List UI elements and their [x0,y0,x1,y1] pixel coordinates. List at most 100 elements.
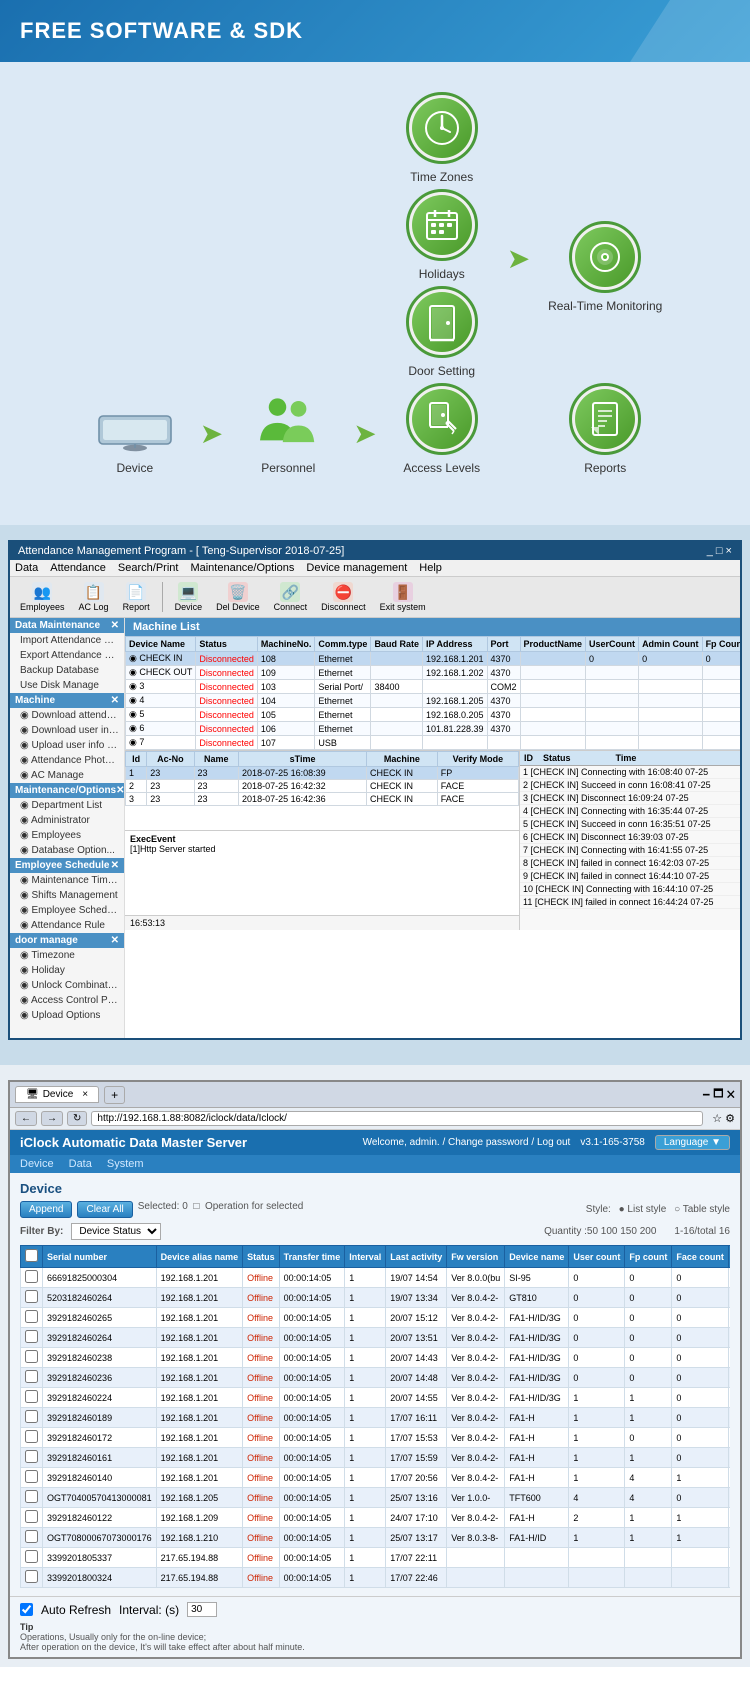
dev-check[interactable] [21,1548,43,1568]
nav-device[interactable]: Device [20,1158,54,1170]
toolbar-connect[interactable]: 🔗 Connect [269,580,313,614]
language-btn[interactable]: Language ▼ [655,1135,730,1150]
browser-forward-btn[interactable]: → [41,1111,63,1126]
dev-check[interactable] [21,1288,43,1308]
machine-row[interactable]: ◉ 7 Disconnected 107 USB 3204 [126,736,741,750]
device-row[interactable]: 3929182460161 192.168.1.201 Offline 00:0… [21,1448,731,1468]
browser-star-icon[interactable]: ☆ [712,1112,722,1125]
menu-device[interactable]: Device management [306,562,407,574]
sidebar-section-machine[interactable]: Machine✕ [10,693,124,708]
sidebar-section-maintenance[interactable]: Maintenance/Options✕ [10,783,124,798]
dev-check[interactable] [21,1508,43,1528]
sidebar-download-logs[interactable]: ◉ Download attendance logs [10,708,124,723]
device-row[interactable]: 5203182460264 192.168.1.201 Offline 00:0… [21,1288,731,1308]
browser-settings-icon[interactable]: ⚙ [725,1112,735,1125]
browser-new-tab-btn[interactable]: + [104,1086,125,1104]
menu-attendance[interactable]: Attendance [50,562,106,574]
dev-check[interactable] [21,1308,43,1328]
dev-check[interactable] [21,1528,43,1548]
sidebar-holiday[interactable]: ◉ Holiday [10,963,124,978]
sidebar-disk-manage[interactable]: Use Disk Manage [10,678,124,693]
device-row[interactable]: 3929182460172 192.168.1.201 Offline 00:0… [21,1428,731,1448]
device-row[interactable]: OGT70400570413000081 192.168.1.205 Offli… [21,1488,731,1508]
browser-refresh-btn[interactable]: ↻ [67,1111,87,1126]
browser-minimize[interactable]: 🗕 [702,1085,710,1104]
dev-check[interactable] [21,1268,43,1288]
sidebar-import-attendance[interactable]: Import Attendance Checking Data [10,633,124,648]
sidebar-upload-options[interactable]: ◉ Upload Options [10,1008,124,1023]
toolbar-device[interactable]: 💻 Device [170,580,208,614]
sidebar-ac-manage[interactable]: ◉ AC Manage [10,768,124,783]
machine-row[interactable]: ◉ 5 Disconnected 105 Ethernet 192.168.0.… [126,708,741,722]
sidebar-dept-list[interactable]: ◉ Department List [10,798,124,813]
dev-check[interactable] [21,1348,43,1368]
interval-input[interactable] [187,1602,217,1617]
sidebar-section-door-manage[interactable]: door manage✕ [10,933,124,948]
menu-data[interactable]: Data [15,562,38,574]
dev-check[interactable] [21,1328,43,1348]
device-row[interactable]: 3929182460265 192.168.1.201 Offline 00:0… [21,1308,731,1328]
device-row[interactable]: 66691825000304 192.168.1.201 Offline 00:… [21,1268,731,1288]
toolbar-report[interactable]: 📄 Report [118,580,155,614]
machine-row[interactable]: ◉ CHECK OUT Disconnected 109 Ethernet 19… [126,666,741,680]
dev-check[interactable] [21,1428,43,1448]
dev-check[interactable] [21,1448,43,1468]
sidebar-timezone[interactable]: ◉ Timezone [10,948,124,963]
sidebar-access-privilege[interactable]: ◉ Access Control Privilege [10,993,124,1008]
dev-check[interactable] [21,1368,43,1388]
sidebar-shifts-mgmt[interactable]: ◉ Shifts Management [10,888,124,903]
browser-url-bar[interactable] [91,1111,703,1126]
browser-tab-device[interactable]: 🖥 Device × [15,1086,99,1103]
browser-close[interactable]: 🗙 [727,1085,735,1104]
tab-close-btn[interactable]: × [82,1089,88,1100]
device-row[interactable]: 3929182460236 192.168.1.201 Offline 00:0… [21,1368,731,1388]
sidebar-db-option[interactable]: ◉ Database Option... [10,843,124,858]
sidebar-employees[interactable]: ◉ Employees [10,828,124,843]
log-row[interactable]: 2 23 23 2018-07-25 16:42:32 CHECK IN FAC… [126,780,519,793]
auto-refresh-checkbox[interactable] [20,1603,33,1616]
dev-check[interactable] [21,1568,43,1588]
machine-row[interactable]: ◉ CHECK IN Disconnected 108 Ethernet 192… [126,652,741,666]
menu-help[interactable]: Help [419,562,442,574]
dev-check[interactable] [21,1408,43,1428]
device-row[interactable]: 3929182460189 192.168.1.201 Offline 00:0… [21,1408,731,1428]
toolbar-exit[interactable]: 🚪 Exit system [375,580,431,614]
device-row[interactable]: 3929182460264 192.168.1.201 Offline 00:0… [21,1328,731,1348]
toolbar-employees[interactable]: 👥 Employees [15,580,70,614]
device-row[interactable]: 3929182460122 192.168.1.209 Offline 00:0… [21,1508,731,1528]
sidebar-download-userinfo[interactable]: ◉ Download user info and Fp [10,723,124,738]
toolbar-del-device[interactable]: 🗑️ Del Device [211,580,265,614]
sidebar-maintenance-timetables[interactable]: ◉ Maintenance Timetables [10,873,124,888]
sidebar-section-employee-schedule[interactable]: Employee Schedule✕ [10,858,124,873]
machine-row[interactable]: ◉ 3 Disconnected 103 Serial Port/ 38400 … [126,680,741,694]
device-row[interactable]: 3929182460238 192.168.1.201 Offline 00:0… [21,1348,731,1368]
sidebar-photo-management[interactable]: ◉ Attendance Photo Management [10,753,124,768]
menu-search[interactable]: Search/Print [118,562,179,574]
sidebar-export-attendance[interactable]: Export Attendance Checking Data [10,648,124,663]
log-row[interactable]: 1 23 23 2018-07-25 16:08:39 CHECK IN FP [126,767,519,780]
device-row[interactable]: 3399201805337 217.65.194.88 Offline 00:0… [21,1548,731,1568]
toolbar-aclog[interactable]: 📋 AC Log [74,580,114,614]
menu-maintenance[interactable]: Maintenance/Options [190,562,294,574]
toolbar-disconnect[interactable]: ⛔ Disconnect [316,580,371,614]
sidebar-attendance-rule[interactable]: ◉ Attendance Rule [10,918,124,933]
filter-select[interactable]: Device Status [71,1223,161,1240]
select-all-checkbox[interactable] [25,1249,38,1262]
sidebar-section-data-maintenance[interactable]: Data Maintenance✕ [10,618,124,633]
sidebar-unlock-combo[interactable]: ◉ Unlock Combination [10,978,124,993]
sidebar-admin[interactable]: ◉ Administrator [10,813,124,828]
nav-system[interactable]: System [107,1158,144,1170]
device-row[interactable]: 3929182460224 192.168.1.201 Offline 00:0… [21,1388,731,1408]
machine-row[interactable]: ◉ 6 Disconnected 106 Ethernet 101.81.228… [126,722,741,736]
sidebar-emp-schedule[interactable]: ◉ Employee Schedule [10,903,124,918]
append-btn[interactable]: Append [20,1201,72,1218]
device-row[interactable]: OGT70800067073000176 192.168.1.210 Offli… [21,1528,731,1548]
clear-all-btn[interactable]: Clear All [77,1201,132,1218]
device-row[interactable]: 3399201800324 217.65.194.88 Offline 00:0… [21,1568,731,1588]
device-row[interactable]: 3929182460140 192.168.1.201 Offline 00:0… [21,1468,731,1488]
nav-data[interactable]: Data [69,1158,92,1170]
dev-check[interactable] [21,1388,43,1408]
dev-check[interactable] [21,1468,43,1488]
sidebar-backup-db[interactable]: Backup Database [10,663,124,678]
log-row[interactable]: 3 23 23 2018-07-25 16:42:36 CHECK IN FAC… [126,793,519,806]
